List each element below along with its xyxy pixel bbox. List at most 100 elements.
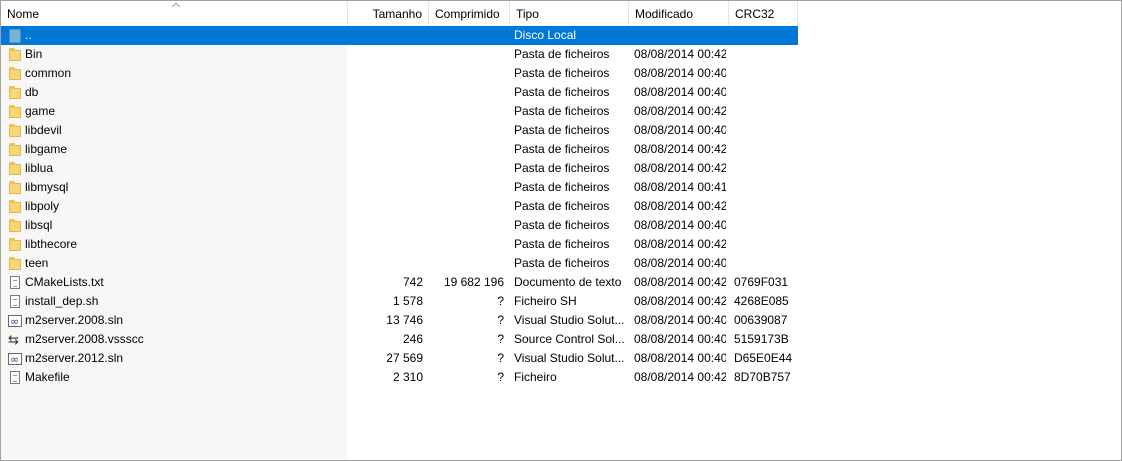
file-name: m2server.2012.sln <box>25 351 124 365</box>
column-header-type[interactable]: Tipo <box>510 1 629 27</box>
file-modified: 08/08/2014 00:40 <box>634 85 726 99</box>
table-row[interactable]: install_dep.sh 1 578? Ficheiro SH 08/08/201… <box>1 292 798 311</box>
table-row[interactable]: .. Disco Local <box>1 26 798 45</box>
table-row[interactable]: Makefile 2 310? Ficheiro 08/08/2014 00:42 8D… <box>1 368 798 387</box>
table-row[interactable]: libsql Pasta de ficheiros 08/08/2014 00:40 <box>1 216 798 235</box>
file-modified: 08/08/2014 00:42 <box>634 237 726 251</box>
file-modified: 08/08/2014 00:42 <box>634 199 726 213</box>
file-crc <box>734 216 798 235</box>
file-name: db <box>25 85 39 99</box>
file-compressed <box>428 64 504 83</box>
file-compressed <box>428 83 504 102</box>
file-compressed <box>428 216 504 235</box>
file-compressed <box>428 45 504 64</box>
file-size: 1 578 <box>392 294 423 308</box>
file-modified: 08/08/2014 00:40 <box>634 313 726 327</box>
folder-icon <box>7 142 23 158</box>
text-file-icon <box>7 294 23 310</box>
file-compressed: 19 682 196 <box>443 275 504 289</box>
file-name: game <box>25 104 56 118</box>
file-size <box>348 235 423 254</box>
file-name: Makefile <box>25 370 70 384</box>
table-row[interactable]: db Pasta de ficheiros 08/08/2014 00:40 <box>1 83 798 102</box>
file-name: libsql <box>25 218 53 232</box>
table-row[interactable]: Bin Pasta de ficheiros 08/08/2014 00:42 <box>1 45 798 64</box>
file-size <box>348 121 423 140</box>
folder-icon <box>7 123 23 139</box>
file-size <box>348 178 423 197</box>
file-compressed: ? <box>497 294 504 308</box>
file-size <box>348 83 423 102</box>
file-compressed: ? <box>497 332 504 346</box>
source-control-icon: ⇆ <box>8 333 19 348</box>
table-row[interactable]: teen Pasta de ficheiros 08/08/2014 00:40 <box>1 254 798 273</box>
visual-studio-icon <box>7 351 23 367</box>
file-crc <box>734 26 798 45</box>
file-type: Source Control Sol... <box>514 332 625 346</box>
table-row[interactable]: libpoly Pasta de ficheiros 08/08/2014 00:4… <box>1 197 798 216</box>
column-header-name[interactable]: Nome <box>1 1 348 27</box>
file-size: 246 <box>402 332 423 346</box>
file-modified: 08/08/2014 00:40 <box>634 256 726 270</box>
table-row[interactable]: libthecore Pasta de ficheiros 08/08/2014 0… <box>1 235 798 254</box>
file-compressed: ? <box>497 351 504 365</box>
folder-icon <box>7 85 23 101</box>
file-crc: 4268E085 <box>734 294 789 308</box>
file-name: libgame <box>25 142 68 156</box>
folder-icon <box>7 104 23 120</box>
file-crc <box>734 178 798 197</box>
file-size <box>348 45 423 64</box>
table-row[interactable]: libmysql Pasta de ficheiros 08/08/2014 00:… <box>1 178 798 197</box>
file-modified: 08/08/2014 00:42 <box>634 104 726 118</box>
file-crc <box>734 197 798 216</box>
file-compressed <box>428 140 504 159</box>
file-crc <box>734 235 798 254</box>
file-modified: 08/08/2014 00:40 <box>634 332 726 346</box>
folder-icon <box>7 199 23 215</box>
table-row[interactable]: m2server.2012.sln 27 569? Visual Studio So… <box>1 349 798 368</box>
file-modified: 08/08/2014 00:42 <box>634 294 726 308</box>
file-name: libthecore <box>25 237 78 251</box>
column-header-modified[interactable]: Modificado <box>629 1 729 27</box>
column-header-size[interactable]: Tamanho <box>348 1 429 27</box>
file-size <box>348 140 423 159</box>
folder-icon <box>7 218 23 234</box>
file-type: Pasta de ficheiros <box>514 237 610 251</box>
file-modified: 08/08/2014 00:40 <box>634 218 726 232</box>
column-header-compressed[interactable]: Comprimido <box>429 1 510 27</box>
file-crc <box>734 254 798 273</box>
file-size <box>348 26 423 45</box>
file-crc <box>734 102 798 121</box>
table-row[interactable]: ⇆ m2server.2008.vssscc 246? Source Control … <box>1 330 798 349</box>
table-row[interactable]: libgame Pasta de ficheiros 08/08/2014 00:4… <box>1 140 798 159</box>
file-size: 13 746 <box>386 313 423 327</box>
file-type: Pasta de ficheiros <box>514 218 610 232</box>
file-size <box>348 159 423 178</box>
file-crc <box>734 45 798 64</box>
file-crc <box>734 64 798 83</box>
file-crc: 5159173B <box>734 332 789 346</box>
file-type: Visual Studio Solut... <box>514 351 625 365</box>
file-modified: 08/08/2014 00:42 <box>634 161 726 175</box>
file-type: Ficheiro SH <box>514 294 577 308</box>
file-crc <box>734 140 798 159</box>
column-header-crc[interactable]: CRC32 <box>729 1 798 27</box>
file-name: Bin <box>25 47 43 61</box>
file-modified: 08/08/2014 00:42 <box>634 47 726 61</box>
file-type: Ficheiro <box>514 370 557 384</box>
table-row[interactable]: libdevil Pasta de ficheiros 08/08/2014 00:… <box>1 121 798 140</box>
table-row[interactable]: common Pasta de ficheiros 08/08/2014 00:40 <box>1 64 798 83</box>
file-type: Pasta de ficheiros <box>514 47 610 61</box>
folder-icon <box>7 180 23 196</box>
file-size: 2 310 <box>392 370 423 384</box>
table-row[interactable]: m2server.2008.sln 13 746? Visual Studio So… <box>1 311 798 330</box>
file-size <box>348 216 423 235</box>
file-type: Pasta de ficheiros <box>514 142 610 156</box>
table-row[interactable]: liblua Pasta de ficheiros 08/08/2014 00:42 <box>1 159 798 178</box>
table-row[interactable]: game Pasta de ficheiros 08/08/2014 00:42 <box>1 102 798 121</box>
table-row[interactable]: CMakeLists.txt 742 19 682 196 Documento de … <box>1 273 798 292</box>
file-name: CMakeLists.txt <box>25 275 104 289</box>
file-type: Disco Local <box>514 28 577 42</box>
file-compressed: ? <box>497 370 504 384</box>
file-crc <box>734 159 798 178</box>
